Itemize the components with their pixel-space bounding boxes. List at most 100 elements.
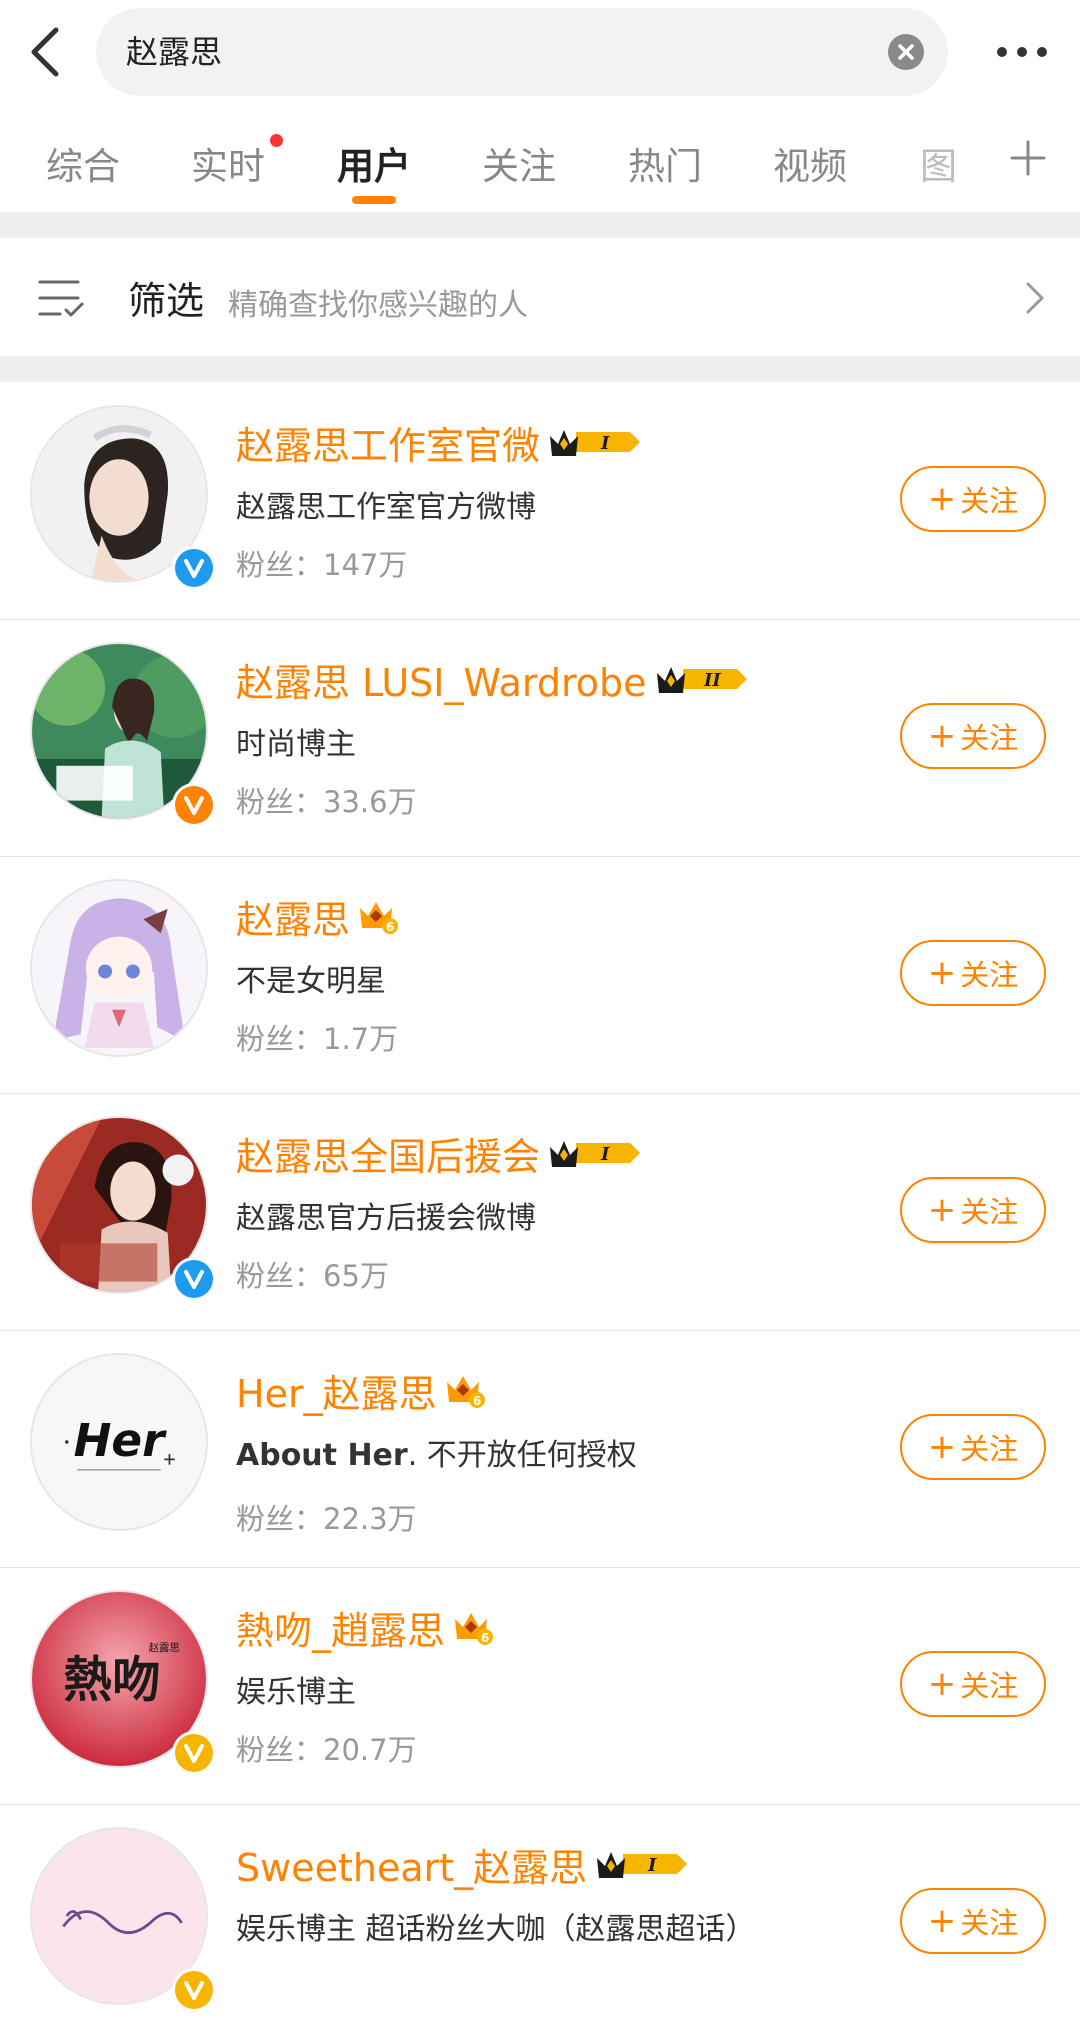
fans-count: 粉丝：20.7万 (236, 1733, 417, 1767)
user-row[interactable]: 赵露思全国后援会 I 赵露思官方后援会微博 粉丝：65万 + 关注 (0, 1093, 1080, 1331)
search-header: 赵露思 (0, 0, 1080, 104)
user-name[interactable]: 赵露思全国后援会 (236, 1126, 540, 1181)
verified-blue-icon (172, 546, 216, 590)
crown-badge-icon: 6 (455, 1613, 494, 1645)
user-name-line: 熱吻_趙露思 6 (236, 1599, 495, 1655)
user-row[interactable]: Sweetheart_赵露思 I 娱乐博主 超话粉丝大咖（赵露思超话） + 关注 (0, 1804, 1080, 2041)
svg-text:6: 6 (386, 920, 394, 934)
user-row[interactable]: 赵露思工作室官微 I 赵露思工作室官方微博 粉丝：147万 + 关注 (0, 382, 1080, 620)
user-description: 不是女明星 (236, 964, 386, 999)
tab-hot[interactable]: 热门 (628, 136, 702, 190)
description-bold: About Her (236, 1438, 408, 1473)
fans-count: 粉丝：1.7万 (236, 1022, 399, 1056)
follow-button[interactable]: + 关注 (900, 466, 1046, 532)
plus-icon: + (927, 479, 957, 519)
divider (0, 356, 1080, 382)
search-query[interactable]: 赵露思 (126, 8, 222, 96)
filter-icon (38, 276, 86, 320)
follow-label: 关注 (960, 958, 1019, 992)
user-row[interactable]: 赵露思 6 不是女明星 粉丝：1.7万 + 关注 (0, 856, 1080, 1094)
follow-label: 关注 (960, 1195, 1019, 1229)
clear-icon[interactable] (888, 34, 924, 70)
user-description: 时尚博主 (236, 727, 356, 762)
tab-comprehensive[interactable]: 综合 (46, 136, 120, 190)
user-name-line: 赵露思全国后援会 I (236, 1125, 642, 1181)
realtime-badge (270, 134, 283, 147)
svg-text:I: I (600, 433, 610, 454)
svg-text:6: 6 (473, 1394, 481, 1408)
add-tab-icon[interactable] (1008, 138, 1048, 178)
plus-icon: + (927, 1901, 957, 1941)
follow-label: 关注 (960, 1669, 1019, 1703)
verified-gold-icon (172, 1731, 216, 1775)
user-name[interactable]: 赵露思 (236, 889, 350, 944)
tab-bar: 综合 实时 用户 关注 热门 视频 图 (0, 104, 1080, 212)
plus-icon: + (927, 1190, 957, 1230)
fans-count: 粉丝：33.6万 (236, 785, 417, 819)
user-name[interactable]: 赵露思 LUSI_Wardrobe (236, 652, 647, 707)
avatar[interactable]: Her (30, 1353, 208, 1531)
follow-label: 关注 (960, 721, 1019, 755)
divider (0, 212, 1080, 238)
user-description: 娱乐博主 (236, 1675, 356, 1710)
user-name-line: Sweetheart_赵露思 I (236, 1836, 689, 1892)
tab-following[interactable]: 关注 (482, 136, 556, 190)
user-description: 赵露思官方后援会微博 (236, 1201, 536, 1236)
filter-title: 筛选 (128, 279, 205, 323)
svg-text:赵露思: 赵露思 (149, 1641, 180, 1654)
tab-images[interactable]: 图 (920, 136, 957, 190)
svg-text:Her: Her (74, 1414, 168, 1467)
svg-text:熱吻: 熱吻 (63, 1651, 160, 1708)
more-icon[interactable] (992, 30, 1052, 74)
filter-row[interactable]: 筛选 精确查找你感兴趣的人 (0, 238, 1080, 356)
chevron-right-icon (1022, 280, 1046, 316)
follow-button[interactable]: + 关注 (900, 1651, 1046, 1717)
follow-label: 关注 (960, 484, 1019, 518)
user-row[interactable]: Her Her_赵露思 6 About Her. 不开放任何授权 粉丝：22.3… (0, 1330, 1080, 1568)
user-description: 赵露思工作室官方微博 (236, 490, 536, 525)
tab-realtime[interactable]: 实时 (191, 136, 265, 190)
user-name-line: 赵露思 LUSI_Wardrobe II (236, 651, 749, 707)
user-description: About Her. 不开放任何授权 (236, 1430, 637, 1474)
follow-button[interactable]: + 关注 (900, 703, 1046, 769)
crown-badge-icon: II (656, 667, 747, 693)
user-name-line: 赵露思 6 (236, 888, 400, 944)
plus-icon: + (927, 716, 957, 756)
user-name[interactable]: 赵露思工作室官微 (236, 415, 540, 470)
plus-icon: + (927, 1427, 957, 1467)
crown-badge-icon: I (597, 1852, 688, 1878)
crown-badge-icon: 6 (360, 902, 399, 934)
tab-video[interactable]: 视频 (773, 136, 847, 190)
user-name[interactable]: Sweetheart_赵露思 (236, 1837, 587, 1892)
search-input[interactable]: 赵露思 (96, 8, 948, 96)
active-tab-indicator (352, 196, 396, 204)
fans-count: 粉丝：22.3万 (236, 1502, 417, 1536)
crown-badge-icon: I (550, 430, 641, 456)
verified-blue-icon (172, 1257, 216, 1301)
crown-badge-icon: I (550, 1141, 641, 1167)
follow-label: 关注 (960, 1432, 1019, 1466)
description-rest: . 不开放任何授权 (407, 1438, 637, 1473)
plus-icon: + (927, 1664, 957, 1704)
tab-users[interactable]: 用户 (337, 136, 411, 190)
follow-label: 关注 (960, 1906, 1019, 1940)
back-arrow-icon[interactable] (22, 22, 74, 82)
fans-count: 粉丝：65万 (236, 1259, 389, 1293)
svg-text:I: I (647, 1855, 657, 1876)
user-name-line: Her_赵露思 6 (236, 1362, 487, 1418)
filter-description: 精确查找你感兴趣的人 (228, 288, 528, 323)
follow-button[interactable]: + 关注 (900, 1177, 1046, 1243)
svg-text:II: II (703, 670, 721, 691)
user-name[interactable]: 熱吻_趙露思 (236, 1600, 445, 1655)
user-row[interactable]: 赵露思 LUSI_Wardrobe II 时尚博主 粉丝：33.6万 + 关注 (0, 619, 1080, 857)
follow-button[interactable]: + 关注 (900, 1414, 1046, 1480)
follow-button[interactable]: + 关注 (900, 1888, 1046, 1954)
avatar[interactable] (30, 879, 208, 1057)
crown-badge-icon: 6 (446, 1376, 485, 1408)
user-name[interactable]: Her_赵露思 (236, 1363, 437, 1418)
plus-icon: + (927, 953, 957, 993)
svg-text:6: 6 (481, 1631, 489, 1645)
follow-button[interactable]: + 关注 (900, 940, 1046, 1006)
user-row[interactable]: 熱吻 赵露思 熱吻_趙露思 6 娱乐博主 粉丝：20.7万 + 关注 (0, 1567, 1080, 1805)
verified-orange-icon (172, 783, 216, 827)
